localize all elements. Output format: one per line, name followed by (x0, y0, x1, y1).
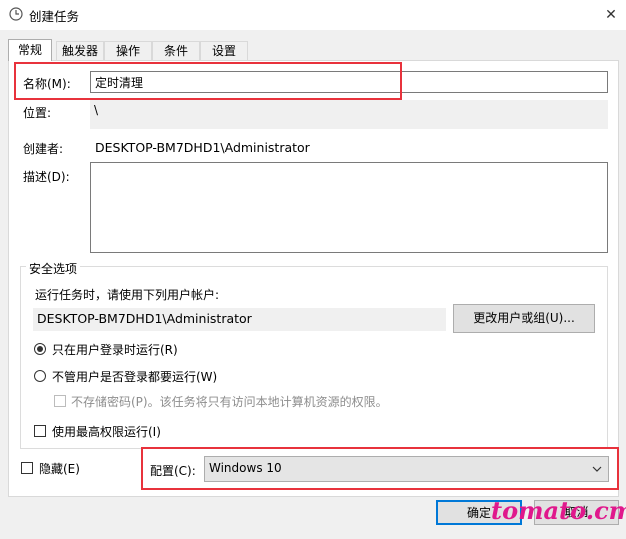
checkbox-hidden[interactable] (21, 462, 33, 474)
radio-run-when-logged-on-label: 只在用户登录时运行(R) (52, 343, 178, 357)
name-input[interactable]: 定时清理 (90, 71, 608, 93)
close-button[interactable]: ✕ (596, 0, 626, 30)
chevron-down-icon (592, 466, 602, 472)
clock-icon (9, 7, 23, 21)
author-value: DESKTOP-BM7DHD1\Administrator (95, 140, 310, 155)
radio-run-whether-logged-on[interactable] (34, 370, 46, 382)
do-not-store-password-label: 不存储密码(P)。该任务将只有访问本地计算机资源的权限。 (71, 395, 388, 409)
name-label: 名称(M): (23, 77, 71, 91)
window-title: 创建任务 (29, 9, 80, 24)
security-group-label: 安全选项 (26, 260, 81, 277)
change-user-button[interactable]: 更改用户或组(U)... (453, 304, 595, 333)
tab-settings[interactable]: 设置 (200, 41, 248, 60)
tab-actions[interactable]: 操作 (104, 41, 152, 60)
checkbox-highest-privileges[interactable] (34, 425, 46, 437)
highest-privileges-label: 使用最高权限运行(I) (52, 425, 161, 439)
location-value: \ (90, 100, 608, 129)
close-icon: ✕ (605, 7, 617, 23)
description-label: 描述(D): (23, 170, 70, 184)
watermark-logo: tomato.cm (491, 496, 626, 525)
tab-triggers[interactable]: 触发器 (56, 41, 104, 60)
radio-run-when-logged-on[interactable] (34, 343, 46, 355)
configure-select-value: Windows 10 (209, 461, 282, 475)
run-as-account: DESKTOP-BM7DHD1\Administrator (33, 308, 446, 331)
description-textarea[interactable] (90, 162, 608, 253)
checkbox-do-not-store-password[interactable] (54, 395, 66, 407)
hidden-label: 隐藏(E) (39, 462, 80, 476)
location-label: 位置: (23, 106, 52, 120)
tab-conditions[interactable]: 条件 (152, 41, 200, 60)
radio-run-whether-logged-on-label: 不管用户是否登录都要运行(W) (52, 370, 218, 384)
configure-select[interactable]: Windows 10 (204, 456, 609, 482)
title-bar (0, 0, 626, 30)
author-label: 创建者: (23, 142, 64, 156)
tab-general[interactable]: 常规 (8, 39, 52, 61)
run-as-prompt: 运行任务时，请使用下列用户帐户: (35, 288, 220, 302)
configure-label: 配置(C): (150, 464, 196, 478)
